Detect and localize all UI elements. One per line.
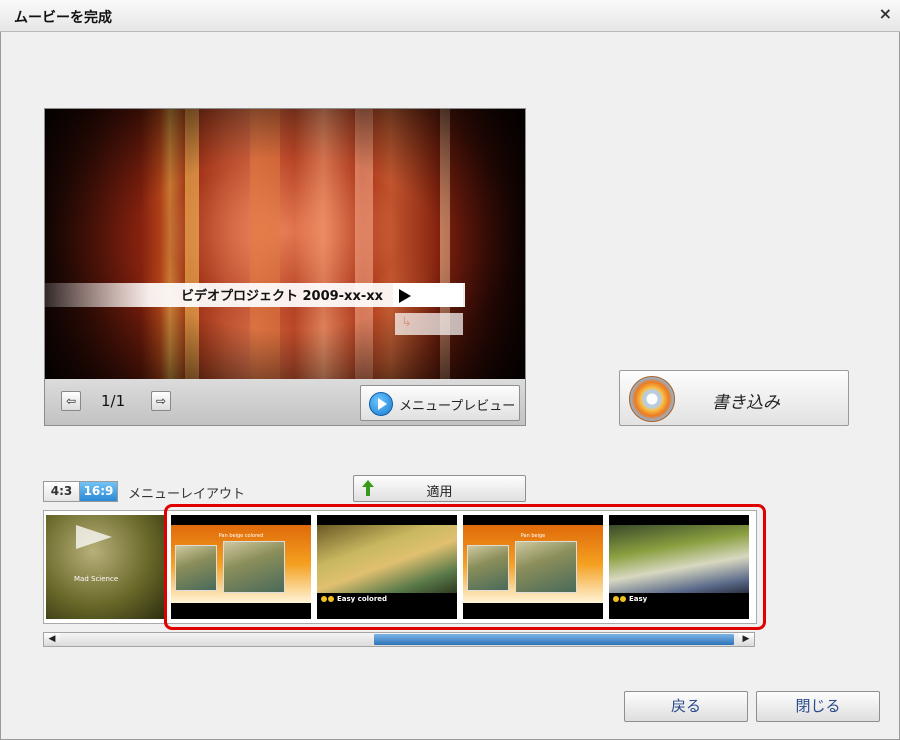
thumbnail-caption: Pan beige colored — [218, 533, 264, 539]
menu-layout-label: メニューレイアウト — [128, 487, 246, 502]
thumbnail-background — [317, 525, 457, 593]
thumbnail-scrollbar[interactable]: ◀ ▶ — [43, 632, 755, 647]
arrow-right-icon: ⇨ — [155, 394, 167, 408]
photo-card — [223, 541, 285, 593]
menu-preview-label: メニュープレビュー — [399, 399, 516, 414]
next-page-button[interactable]: ⇨ — [151, 391, 171, 411]
photo-card — [467, 545, 509, 591]
title-bar: ムービーを完成 × — [0, 0, 900, 32]
close-button[interactable]: 閉じる — [756, 691, 880, 722]
menu-title: ビデオプロジェクト 2009-xx-xx — [180, 289, 383, 304]
thumbnail-pan-beige[interactable]: Pan beige — [463, 515, 603, 619]
thumbnail-pan-beige-colored[interactable]: Pan beige colored — [171, 515, 311, 619]
preview-screen: ビデオプロジェクト 2009-xx-xx ↳ — [45, 109, 525, 379]
burn-button[interactable]: 書き込み — [619, 370, 849, 426]
cone-graphic — [76, 525, 112, 549]
close-icon[interactable]: × — [879, 4, 892, 23]
thumbnail-caption: Mad Science — [74, 575, 119, 583]
scrollbar-thumb[interactable] — [374, 634, 734, 645]
thumbnail-easy[interactable]: Easy — [609, 515, 749, 619]
window-title: ムービーを完成 — [14, 10, 112, 26]
return-icon: ↳ — [401, 315, 412, 330]
preview-control-bar: ⇦ 1/1 ⇨ メニュープレビュー — [45, 379, 525, 425]
thumbnail-caption: Easy — [629, 595, 648, 603]
play-dot-icon — [613, 596, 619, 602]
arrow-left-icon: ⇦ — [65, 394, 77, 408]
page-indicator: 1/1 — [101, 392, 126, 410]
menu-dot-icon — [328, 596, 334, 602]
disc-flame-icon — [629, 376, 675, 422]
play-dot-icon — [321, 596, 327, 602]
menu-preview-panel: ビデオプロジェクト 2009-xx-xx ↳ ⇦ 1/1 ⇨ メニュープレビュー — [44, 108, 526, 426]
photo-card — [175, 545, 217, 591]
photo-card — [515, 541, 577, 593]
menu-dot-icon — [620, 596, 626, 602]
thumbnail-easy-colored[interactable]: Easy colored — [317, 515, 457, 619]
play-button[interactable] — [393, 283, 463, 307]
thumbnail-caption: Pan beige — [520, 533, 546, 539]
aspect-16-9-button[interactable]: 16:9 — [79, 481, 118, 502]
layout-thumbnail-strip: Mad Science Pan beige colored Easy color… — [43, 510, 757, 624]
apply-button[interactable]: 適用 — [353, 475, 526, 502]
scroll-left-icon[interactable]: ◀ — [44, 633, 60, 646]
back-button[interactable]: 戻る — [624, 691, 748, 722]
thumbnail-caption: Easy colored — [337, 595, 388, 603]
play-circle-icon — [369, 392, 393, 416]
vignette — [45, 109, 525, 379]
burn-label: 書き込み — [712, 393, 780, 413]
apply-label: 適用 — [426, 485, 453, 500]
aspect-4-3-button[interactable]: 4:3 — [43, 481, 80, 502]
menu-preview-button[interactable]: メニュープレビュー — [360, 385, 520, 421]
return-button[interactable]: ↳ — [395, 313, 463, 335]
thumbnail-mad-science[interactable]: Mad Science — [46, 515, 164, 619]
scroll-right-icon[interactable]: ▶ — [738, 633, 754, 646]
thumbnail-background — [609, 525, 749, 593]
prev-page-button[interactable]: ⇦ — [61, 391, 81, 411]
play-icon — [399, 289, 411, 303]
